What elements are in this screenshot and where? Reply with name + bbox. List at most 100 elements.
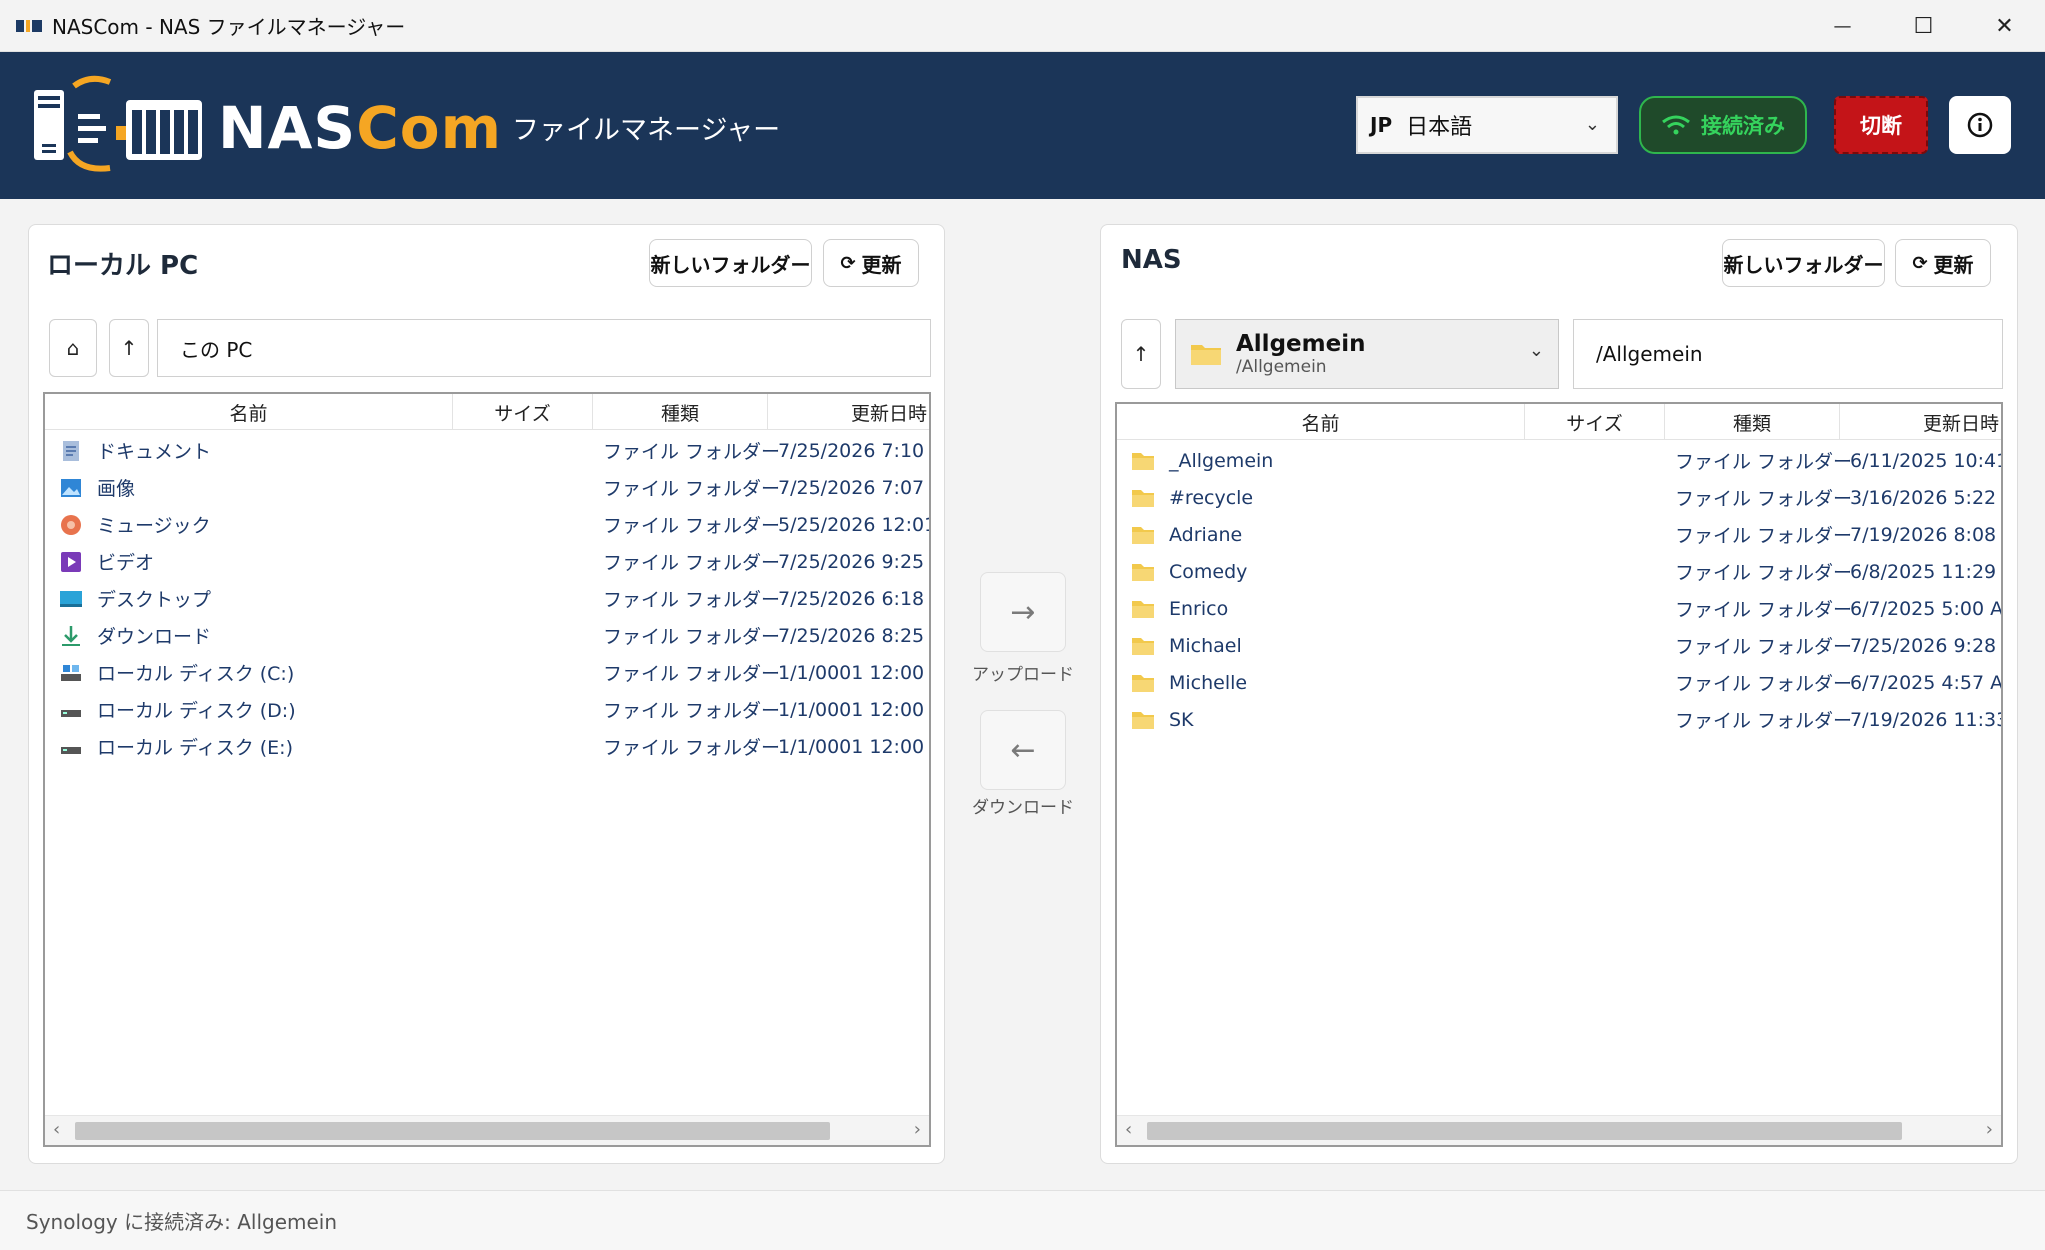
column-name[interactable]: 名前 (45, 394, 453, 430)
minimize-button[interactable]: — (1802, 0, 1883, 52)
brand-logo-text: NASCom (218, 94, 502, 162)
table-row[interactable]: ローカル ディスク (C:) ファイル フォルダー1/1/0001 12:00 A… (45, 654, 929, 691)
row-date: 3/16/2026 5:22 AM (1850, 486, 2001, 509)
table-row[interactable]: ドキュメント ファイル フォルダー7/25/2026 7:10 AM (45, 432, 929, 469)
row-name-cell: Michelle (1117, 671, 1525, 695)
column-date[interactable]: 更新日時 (1840, 404, 2001, 440)
column-size[interactable]: サイズ (453, 394, 593, 430)
local-file-list[interactable]: 名前 サイズ 種類 更新日時 ドキュメント ファイル フォルダー 7/25/2026… (43, 392, 931, 1147)
nas-new-folder-button[interactable]: 新しいフォルダー (1722, 239, 1885, 287)
up-arrow-icon: ↑ (120, 336, 138, 360)
drive-system-icon (61, 664, 81, 681)
row-name: Michelle (1169, 671, 1248, 694)
connection-status-button[interactable]: 接続済み (1639, 96, 1807, 154)
row-name: SK (1169, 708, 1194, 731)
status-bar: Synology に接続済み: Allgemein (0, 1190, 2045, 1250)
scroll-right-icon[interactable]: › (1986, 1119, 1993, 1140)
column-name[interactable]: 名前 (1117, 404, 1525, 440)
disconnect-button[interactable]: 切断 (1834, 96, 1928, 154)
table-row[interactable]: #recycle ファイル フォルダー3/16/2026 5:22 AM (1117, 479, 2001, 516)
scroll-thumb[interactable] (1147, 1122, 1902, 1140)
music-icon (61, 514, 81, 535)
info-icon (1967, 112, 1993, 138)
nas-file-list[interactable]: 名前 サイズ 種類 更新日時 _Allgemein ファイル フォルダー 6/11/… (1115, 402, 2003, 1147)
row-name-cell: ビデオ (45, 548, 453, 575)
table-row[interactable]: 画像 ファイル フォルダー7/25/2026 7:07 PM (45, 469, 929, 506)
close-button[interactable]: ✕ (1964, 0, 2045, 52)
row-name-cell: ローカル ディスク (E:) (45, 733, 453, 760)
local-horizontal-scrollbar[interactable]: ‹ › (45, 1115, 929, 1145)
brand-nas: NAS (218, 94, 357, 162)
table-row[interactable]: ミュージック ファイル フォルダー5/25/2026 12:01 PM (45, 506, 929, 543)
row-type: ファイル フォルダー (603, 552, 781, 574)
scroll-left-icon[interactable]: ‹ (1125, 1119, 1132, 1140)
row-name-cell: _Allgemein (1117, 449, 1525, 473)
row-date: 5/25/2026 12:01 PM (778, 513, 931, 536)
row-name: ビデオ (97, 552, 155, 574)
row-name: ミュージック (97, 515, 211, 537)
local-rows: ドキュメントファイル フォルダー7/25/2026 7:10 AM画像ファイル … (45, 432, 929, 765)
local-path-field[interactable]: この PC (157, 319, 931, 377)
scroll-right-icon[interactable]: › (914, 1119, 921, 1140)
table-row[interactable]: ビデオ ファイル フォルダー7/25/2026 9:25 PM (45, 543, 929, 580)
language-select[interactable]: JP 日本語 ⌄ (1356, 96, 1618, 154)
row-date: 1/1/0001 12:00 AM (778, 735, 929, 758)
local-up-button[interactable]: ↑ (109, 319, 149, 377)
row-name-cell: 画像 (45, 474, 453, 501)
up-arrow-icon: ↑ (1132, 342, 1150, 366)
drive-icon (61, 709, 81, 717)
table-row[interactable]: SK ファイル フォルダー7/19/2026 11:33 AM (1117, 701, 2001, 738)
row-date: 6/7/2025 5:00 AM (1850, 597, 2003, 620)
row-name-cell: SK (1117, 708, 1525, 732)
nas-horizontal-scrollbar[interactable]: ‹ › (1117, 1115, 2001, 1145)
local-refresh-button[interactable]: ⟳ 更新 (823, 239, 919, 287)
column-type[interactable]: 種類 (593, 394, 768, 430)
folder-icon (1132, 711, 1154, 729)
row-name-cell: #recycle (1117, 486, 1525, 510)
local-new-folder-button[interactable]: 新しいフォルダー (649, 239, 812, 287)
home-button[interactable]: ⌂ (49, 319, 97, 377)
brand-com: Com (356, 94, 503, 162)
row-name-cell: ローカル ディスク (C:) (45, 659, 453, 686)
maximize-button[interactable]: ☐ (1883, 0, 1964, 52)
nas-refresh-button[interactable]: ⟳ 更新 (1895, 239, 1991, 287)
nas-up-button[interactable]: ↑ (1121, 319, 1161, 389)
row-date: 6/11/2025 10:41 AM (1850, 449, 2003, 472)
share-select[interactable]: Allgemein /Allgemein ⌄ (1175, 319, 1559, 389)
table-row[interactable]: _Allgemein ファイル フォルダー6/11/2025 10:41 AM (1117, 442, 2001, 479)
download-label: ダウンロード (972, 798, 1074, 818)
row-date: 7/25/2026 6:18 AM (778, 587, 929, 610)
header-subtitle: ファイルマネージャー (512, 115, 781, 146)
window-title: NASCom - NAS ファイルマネージャー (52, 15, 406, 39)
table-row[interactable]: Michael ファイル フォルダー7/25/2026 9:28 PM (1117, 627, 2001, 664)
scroll-thumb[interactable] (75, 1122, 830, 1140)
nas-path-field[interactable]: /Allgemein (1573, 319, 2003, 389)
column-size[interactable]: サイズ (1525, 404, 1665, 440)
download-button[interactable]: ← (980, 710, 1066, 790)
refresh-label: 更新 (1933, 252, 1974, 277)
table-row[interactable]: デスクトップ ファイル フォルダー7/25/2026 6:18 AM (45, 580, 929, 617)
row-type: ファイル フォルダー (603, 626, 781, 648)
row-name: ローカル ディスク (C:) (97, 663, 295, 685)
table-row[interactable]: ローカル ディスク (D:) ファイル フォルダー1/1/0001 12:00 A… (45, 691, 929, 728)
upload-label: アップロード (972, 665, 1074, 685)
column-date[interactable]: 更新日時 (768, 394, 929, 430)
row-name: Adriane (1169, 523, 1243, 546)
table-row[interactable]: Comedy ファイル フォルダー6/8/2025 11:29 AM (1117, 553, 2001, 590)
table-row[interactable]: ダウンロード ファイル フォルダー7/25/2026 8:25 PM (45, 617, 929, 654)
row-name: _Allgemein (1169, 449, 1274, 472)
upload-button[interactable]: → (980, 572, 1066, 652)
table-row[interactable]: Michelle ファイル フォルダー 6/7/2025 4:57 AM (1117, 664, 2001, 701)
status-text: Synology に接続済み: Allgemein (26, 1210, 338, 1234)
scroll-left-icon[interactable]: ‹ (53, 1119, 60, 1140)
row-date: 7/19/2026 11:33 AM (1850, 708, 2003, 731)
table-row[interactable]: Adriane ファイル フォルダー7/19/2026 8:08 AM (1117, 516, 2001, 553)
row-name: Comedy (1169, 560, 1248, 583)
table-row[interactable]: Enrico ファイル フォルダー 6/7/2025 5:00 AM (1117, 590, 2001, 627)
info-button[interactable] (1949, 96, 2011, 154)
column-type[interactable]: 種類 (1665, 404, 1840, 440)
table-row[interactable]: ローカル ディスク (E:) ファイル フォルダー1/1/0001 12:00 A… (45, 728, 929, 765)
folder-icon (1132, 452, 1154, 470)
row-type: ファイル フォルダー (1675, 525, 1853, 547)
row-date: 7/25/2026 7:07 PM (778, 476, 929, 499)
